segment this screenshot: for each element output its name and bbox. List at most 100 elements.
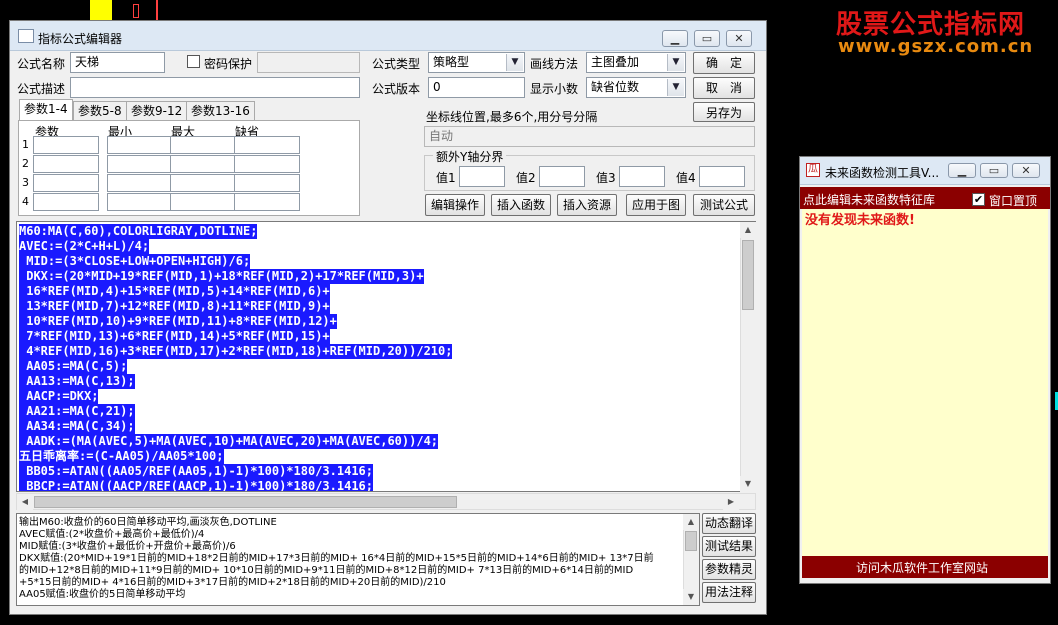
param-min-field[interactable] — [107, 136, 173, 154]
param-row-number: 4 — [22, 195, 29, 208]
param-default-field[interactable] — [234, 174, 300, 192]
code-line: 4*REF(MID,16)+3*REF(MID,17)+2*REF(MID,18… — [19, 344, 453, 359]
name-field[interactable]: 天梯 — [70, 52, 165, 73]
param-default-field[interactable] — [234, 193, 300, 211]
topmost-label: 窗口置顶 — [989, 194, 1038, 208]
output-line: +5*15日前的MID+ 4*16日前的MID+3*17日前的MID+2*18日… — [19, 577, 446, 588]
y-value-1-label: 值1 — [436, 171, 456, 185]
insert-function-button[interactable]: 插入函数 — [491, 194, 551, 216]
maximize-button[interactable]: ▭ — [694, 30, 720, 47]
output-line: AVEC赋值:(2*收盘价+最高价+最低价)/4 — [19, 529, 205, 540]
type-select[interactable]: 策略型 ▼ — [428, 52, 525, 73]
chart-candle-line — [133, 4, 139, 18]
scroll-up-arrow-icon[interactable]: ▲ — [683, 514, 699, 530]
desc-field[interactable] — [70, 77, 360, 98]
edit-ops-button[interactable]: 编辑操作 — [425, 194, 485, 216]
param-min-field[interactable] — [107, 155, 173, 173]
code-line: AADK:=(MA(AVEC,5)+MA(AVEC,10)+MA(AVEC,20… — [19, 434, 439, 449]
scroll-down-arrow-icon[interactable]: ▼ — [683, 589, 699, 605]
output-line: 的MID+12*8日前的MID+11*9日前的MID+ 10*10日前的MID+… — [19, 565, 634, 576]
title-bar — [10, 21, 766, 51]
visit-website-link[interactable]: 访问木瓜软件工作室网站 — [856, 559, 988, 576]
param-min-field[interactable] — [107, 174, 173, 192]
version-label: 公式版本 — [372, 82, 421, 96]
code-line: MID:=(3*CLOSE+LOW+OPEN+HIGH)/6; — [19, 254, 251, 269]
code-line: AA13:=MA(C,13); — [19, 374, 135, 389]
tool-result-panel — [802, 209, 1048, 556]
topmost-checkbox[interactable]: ✔ — [972, 193, 985, 206]
password-checkbox[interactable] — [187, 55, 200, 68]
close-button[interactable]: ✕ — [726, 30, 752, 47]
y-value-1-field[interactable] — [459, 166, 505, 187]
code-line: BB05:=ATAN((AA05/REF(AA05,1)-1)*100)*180… — [19, 464, 374, 479]
y-value-3-field[interactable] — [619, 166, 665, 187]
param-name-field[interactable] — [33, 136, 99, 154]
output-vscroll-thumb[interactable] — [685, 531, 697, 551]
code-line: AACP:=DKX; — [19, 389, 99, 404]
param-max-field[interactable] — [170, 136, 236, 154]
y-value-3-label: 值3 — [596, 171, 616, 185]
tab-params-1-4[interactable]: 参数1-4 — [19, 99, 73, 121]
scroll-up-arrow-icon[interactable]: ▲ — [740, 222, 756, 238]
code-line: BBCP:=ATAN((AACP/REF(AACP,1)-1)*100)*180… — [19, 479, 374, 492]
insert-resource-button[interactable]: 插入资源 — [557, 194, 617, 216]
chart-candle-line — [156, 0, 158, 22]
param-name-field[interactable] — [33, 174, 99, 192]
code-line: AVEC:=(2*C+H+L)/4; — [19, 239, 150, 254]
code-vscroll-thumb[interactable] — [742, 240, 754, 310]
tab-params-5-8[interactable]: 参数5-8 — [73, 101, 127, 120]
chevron-down-icon: ▼ — [506, 54, 523, 71]
password-label: 密码保护 — [204, 57, 253, 71]
dynamic-translate-button[interactable]: 动态翻译 — [702, 513, 756, 534]
tool-minimize-button[interactable]: ▁ — [948, 163, 976, 178]
chart-candle-yellow — [90, 0, 112, 22]
param-wizard-button[interactable]: 参数精灵 — [702, 559, 756, 580]
usage-notes-button[interactable]: 用法注释 — [702, 582, 756, 603]
code-line: 五日乖离率:=(C-AA05)/AA05*100; — [19, 449, 224, 464]
save-as-button[interactable]: 另存为 — [693, 102, 755, 122]
draw-select[interactable]: 主图叠加 ▼ — [586, 52, 686, 73]
version-field[interactable]: 0 — [428, 77, 525, 98]
param-max-field[interactable] — [170, 155, 236, 173]
code-line: 13*REF(MID,7)+12*REF(MID,8)+11*REF(MID,9… — [19, 299, 330, 314]
edit-feature-lib-link[interactable]: 点此编辑未来函数特征库 — [803, 191, 935, 208]
cancel-button[interactable]: 取 消 — [693, 77, 755, 99]
param-default-field[interactable] — [234, 155, 300, 173]
code-editor[interactable]: M60:MA(C,60),COLORLIGRAY,DOTLINE; AVEC:=(… — [16, 221, 756, 492]
y-value-2-field[interactable] — [539, 166, 585, 187]
param-row-number: 1 — [22, 138, 29, 151]
app-icon — [18, 29, 34, 43]
scroll-left-arrow-icon[interactable]: ◀ — [17, 494, 33, 510]
desc-label: 公式描述 — [17, 82, 66, 96]
decimals-select[interactable]: 缺省位数 ▼ — [586, 77, 686, 98]
ok-button[interactable]: 确 定 — [693, 52, 755, 74]
tab-params-13-16[interactable]: 参数13-16 — [186, 101, 255, 120]
output-line: AA05赋值:收盘价的5日简单移动平均 — [19, 589, 186, 600]
code-line: AA34:=MA(C,34); — [19, 419, 135, 434]
param-default-field[interactable] — [234, 136, 300, 154]
code-line: DKX:=(20*MID+19*REF(MID,1)+18*REF(MID,2)… — [19, 269, 424, 284]
scroll-down-arrow-icon[interactable]: ▼ — [740, 476, 756, 492]
scroll-right-arrow-icon[interactable]: ▶ — [723, 494, 739, 510]
test-formula-button[interactable]: 测试公式 — [693, 194, 755, 216]
y-value-4-label: 值4 — [676, 171, 696, 185]
tool-maximize-button[interactable]: ▭ — [980, 163, 1008, 178]
y-value-4-field[interactable] — [699, 166, 745, 187]
test-result-button[interactable]: 测试结果 — [702, 536, 756, 557]
minimize-button[interactable]: ▁ — [662, 30, 688, 47]
password-field[interactable] — [257, 52, 360, 73]
output-line: 输出M60:收盘价的60日简单移动平均,画淡灰色,DOTLINE — [19, 517, 277, 528]
tool-close-button[interactable]: ✕ — [1012, 163, 1040, 178]
translation-output[interactable]: 输出M60:收盘价的60日简单移动平均,画淡灰色,DOTLINE AVEC赋值:(… — [16, 513, 700, 606]
type-value: 策略型 — [433, 55, 470, 69]
param-max-field[interactable] — [170, 193, 236, 211]
param-name-field[interactable] — [33, 193, 99, 211]
apply-to-chart-button[interactable]: 应用于图 — [626, 194, 686, 216]
axis-position-field[interactable]: 自动 — [424, 126, 755, 147]
param-max-field[interactable] — [170, 174, 236, 192]
param-name-field[interactable] — [33, 155, 99, 173]
param-min-field[interactable] — [107, 193, 173, 211]
output-line: DKX赋值:(20*MID+19*1日前的MID+18*2日前的MID+17*3… — [19, 553, 654, 564]
tab-params-9-12[interactable]: 参数9-12 — [126, 101, 188, 120]
code-hscroll-thumb[interactable] — [34, 496, 457, 508]
